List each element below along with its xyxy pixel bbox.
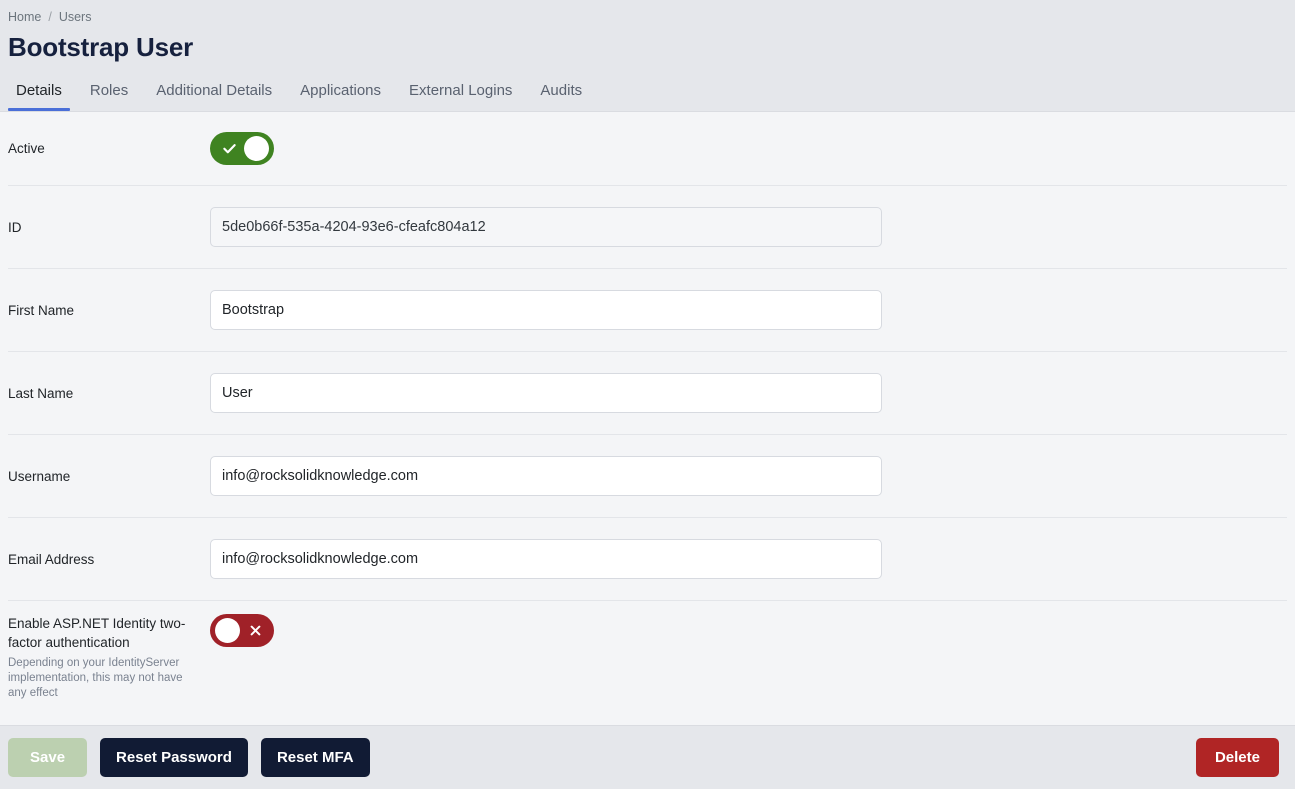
tab-details-label: Details	[16, 82, 62, 99]
id-input[interactable]	[210, 207, 882, 247]
page-header: Home / Users Bootstrap User Details Role…	[0, 0, 1295, 112]
field-last-name	[210, 373, 1287, 413]
form-row-first-name: First Name	[8, 269, 1287, 352]
field-email	[210, 539, 1287, 579]
first-name-input[interactable]	[210, 290, 882, 330]
username-input[interactable]	[210, 456, 882, 496]
tab-audits-label: Audits	[540, 82, 583, 99]
action-bar-left: Save Reset Password Reset MFA	[8, 738, 370, 777]
form-row-id: ID	[8, 186, 1287, 269]
breadcrumb: Home / Users	[0, 9, 1295, 26]
field-first-name	[210, 290, 1287, 330]
tab-external-logins[interactable]: External Logins	[395, 81, 526, 111]
reset-password-button[interactable]: Reset Password	[100, 738, 248, 777]
label-email: Email Address	[8, 551, 95, 567]
label-id: ID	[8, 219, 22, 235]
tab-bar: Details Roles Additional Details Applica…	[0, 63, 1295, 111]
action-bar-right: Delete	[1195, 738, 1279, 777]
tab-additional-details[interactable]: Additional Details	[142, 81, 286, 111]
email-input[interactable]	[210, 539, 882, 579]
two-factor-toggle[interactable]	[210, 614, 274, 647]
user-details-page: Home / Users Bootstrap User Details Role…	[0, 0, 1295, 789]
page-title: Bootstrap User	[8, 32, 194, 62]
label-username: Username	[8, 468, 71, 484]
two-factor-toggle-knob	[215, 618, 240, 643]
tab-applications[interactable]: Applications	[286, 81, 395, 111]
action-bar: Save Reset Password Reset MFA Delete	[0, 725, 1295, 789]
details-form: Active ID 5de0b66f-535a-4204-93e6-cfeafc…	[0, 112, 1295, 725]
breadcrumb-separator: /	[48, 10, 52, 24]
tab-details[interactable]: Details	[8, 81, 76, 111]
label-first-name: First Name	[8, 302, 75, 318]
active-toggle-knob	[244, 136, 269, 161]
label-two-factor: Enable ASP.NET Identity two-factor authe…	[8, 614, 210, 701]
breadcrumb-item-users[interactable]: Users	[59, 9, 92, 26]
field-two-factor	[210, 614, 1287, 647]
tab-audits[interactable]: Audits	[526, 81, 596, 111]
check-icon	[214, 132, 244, 165]
field-username	[210, 456, 1287, 496]
form-row-email: Email Address	[8, 518, 1287, 601]
cross-icon	[240, 614, 270, 647]
form-row-active: Active	[8, 112, 1287, 186]
form-row-username: Username	[8, 435, 1287, 518]
active-toggle[interactable]	[210, 132, 274, 165]
form-row-two-factor: Enable ASP.NET Identity two-factor authe…	[8, 601, 1287, 711]
label-active: Active	[8, 141, 45, 156]
tab-external-logins-label: External Logins	[409, 82, 513, 99]
save-button[interactable]: Save	[8, 738, 88, 777]
form-row-last-name: Last Name	[8, 352, 1287, 435]
tab-roles-label: Roles	[89, 82, 129, 99]
tab-additional-details-label: Additional Details	[156, 82, 273, 99]
two-factor-help-text: Depending on your IdentityServer impleme…	[8, 657, 183, 699]
reset-mfa-button[interactable]: Reset MFA	[260, 738, 370, 777]
tab-applications-label: Applications	[300, 82, 382, 99]
tab-roles[interactable]: Roles	[76, 81, 142, 111]
label-last-name: Last Name	[8, 385, 74, 401]
field-active	[210, 132, 1287, 165]
field-id	[210, 207, 1287, 247]
last-name-input[interactable]	[210, 373, 882, 413]
delete-button[interactable]: Delete	[1195, 738, 1279, 777]
breadcrumb-item-home[interactable]: Home	[8, 9, 41, 26]
